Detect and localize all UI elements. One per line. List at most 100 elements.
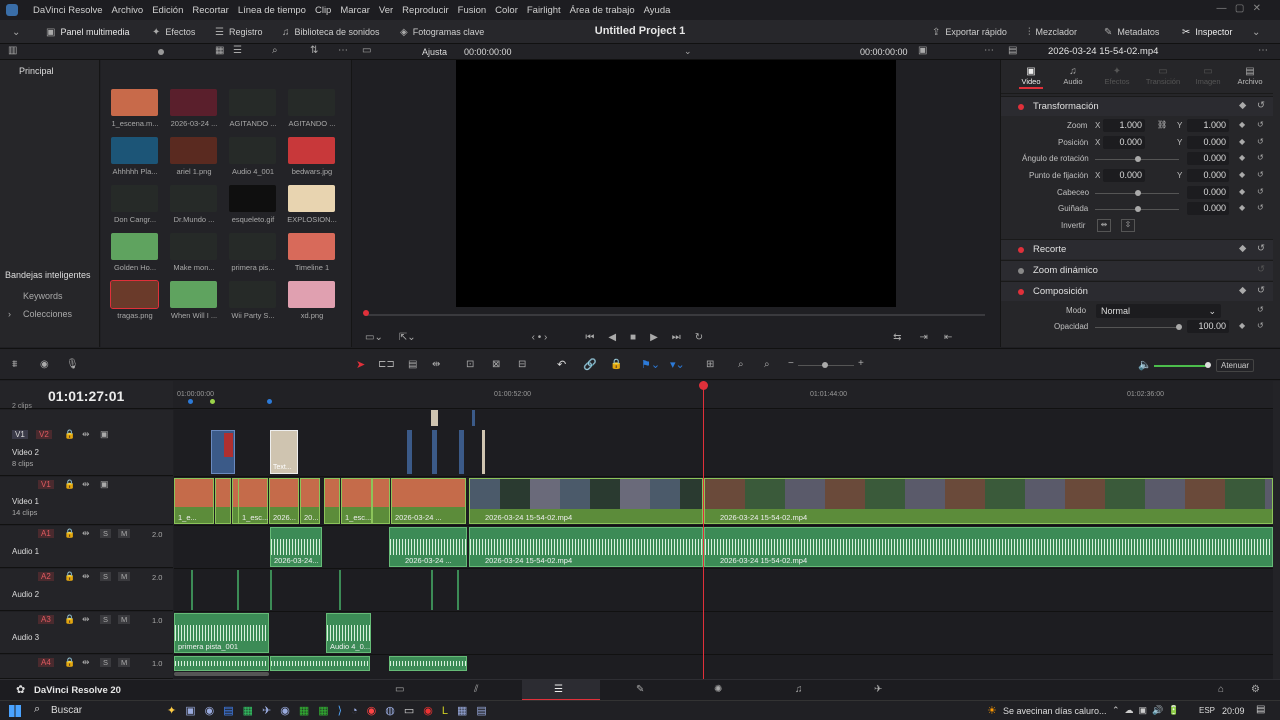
snapping-icon[interactable]: ↶: [557, 358, 566, 371]
settings-gear-icon[interactable]: ⚙: [1251, 684, 1260, 695]
clip-icon[interactable]: ⇱⌄: [399, 332, 416, 343]
media-thumbnail[interactable]: [288, 185, 335, 212]
viewer-options-icon[interactable]: ▣: [918, 45, 927, 56]
lock-icon[interactable]: 🔒: [64, 614, 75, 625]
media-page-icon[interactable]: ▭: [395, 684, 404, 695]
reset-icon[interactable]: ↺: [1257, 321, 1264, 330]
marker-icon[interactable]: ▾⌄: [670, 358, 685, 371]
v2-clip[interactable]: [482, 430, 485, 474]
tab-image[interactable]: ▭ Imagen: [1193, 66, 1223, 86]
media-pool-button[interactable]: ▣ Panel multimedia: [46, 20, 130, 44]
transform-section[interactable]: Transformación ◆ ↺: [1001, 96, 1273, 116]
a1-clip[interactable]: 2026-03-24...: [270, 527, 322, 567]
track-header-v1[interactable]: V1 🔒 ⇹ ▣ Video 1 14 clips: [0, 477, 173, 525]
solo-button[interactable]: S: [100, 529, 112, 538]
track-id-a4[interactable]: A4: [38, 658, 54, 667]
selection-tool-icon[interactable]: ➤: [356, 358, 365, 371]
home-icon[interactable]: ⌂: [1218, 684, 1224, 695]
anchor-y-field[interactable]: 0.000: [1187, 169, 1229, 182]
enable-dot-icon[interactable]: [1018, 289, 1024, 295]
v1-clip[interactable]: [215, 478, 231, 524]
speaker-icon[interactable]: 🔈: [1138, 358, 1152, 371]
track-header-v2[interactable]: V1 V2 🔒 ⇹ ▣ Video 2 8 clips: [0, 410, 173, 476]
lock-icon[interactable]: 🔒: [64, 571, 75, 582]
dynamic-zoom-section[interactable]: Zoom dinámico ↺: [1001, 260, 1273, 280]
search-icon[interactable]: ⌕: [272, 45, 278, 56]
taskbar-apps[interactable]: ✦▣◉▤▦✈◉▦▦⟩◔◉◍▭◉L▦▤: [167, 704, 496, 717]
auto-select-icon[interactable]: ⇹: [82, 657, 90, 668]
media-thumbnail[interactable]: [111, 233, 158, 260]
index-button[interactable]: ☰ Registro: [215, 20, 262, 44]
menu-clip[interactable]: Clip: [315, 5, 331, 16]
mixer-button[interactable]: ⫶ Mezclador: [1028, 20, 1077, 44]
a3-clip[interactable]: Audio 4_0...: [326, 613, 371, 653]
sidebar-toggle-icon[interactable]: ▥: [8, 45, 17, 56]
zoom-out-icon[interactable]: −: [788, 358, 794, 369]
a4-clip[interactable]: [174, 656, 269, 671]
flip-horizontal-icon[interactable]: ⇹: [1097, 219, 1111, 232]
enable-dot-icon[interactable]: [1018, 268, 1024, 274]
color-page-icon[interactable]: ✺: [714, 684, 722, 695]
keyframe-icon[interactable]: ◆: [1239, 243, 1246, 254]
clock[interactable]: 20:09: [1222, 706, 1245, 716]
a2-clip[interactable]: [237, 570, 239, 610]
tab-transition[interactable]: ▭ Transición: [1143, 66, 1183, 86]
tab-effects[interactable]: ✦ Efectos: [1102, 66, 1132, 86]
enable-dot-icon[interactable]: [1018, 247, 1024, 253]
cut-page-icon[interactable]: ⫽: [474, 684, 478, 695]
slider-handle[interactable]: [1135, 190, 1141, 196]
zoom-y-field[interactable]: 1.000: [1187, 119, 1229, 132]
play-reverse-icon[interactable]: ◀: [608, 332, 616, 343]
track-header-a3[interactable]: A3 🔒 ⇹ S M 1.0 Audio 3: [0, 612, 173, 654]
pitch-field[interactable]: 0.000: [1187, 186, 1229, 199]
media-thumbnail[interactable]: [229, 137, 276, 164]
media-thumbnail[interactable]: [110, 280, 159, 309]
track-header-a2[interactable]: A2 🔒 ⇹ S M 2.0 Audio 2: [0, 569, 173, 611]
marker-icon[interactable]: [210, 399, 215, 404]
auto-select-icon[interactable]: ⇹: [82, 429, 90, 440]
link-icon[interactable]: ⛓: [1157, 120, 1167, 129]
search-icon[interactable]: ⌕: [34, 703, 40, 716]
track-id-v2[interactable]: V2: [36, 430, 52, 439]
zoom-x-field[interactable]: 1.000: [1103, 119, 1145, 132]
media-thumbnail[interactable]: [229, 281, 276, 308]
media-thumbnail[interactable]: [111, 185, 158, 212]
mute-button[interactable]: M: [118, 529, 131, 538]
notifications-icon[interactable]: ▤: [1256, 704, 1265, 715]
v1-clip[interactable]: 1_esc...: [238, 478, 268, 524]
stop-icon[interactable]: ■: [630, 332, 636, 343]
lock-icon[interactable]: 🔒: [64, 429, 75, 440]
menu-color[interactable]: Color: [495, 5, 518, 16]
slider-handle[interactable]: [1176, 324, 1182, 330]
v1-clip-long[interactable]: 2026-03-24 15-54-02.mp4: [469, 478, 703, 524]
track-header-a4[interactable]: A4 🔒 ⇹ S M 1.0: [0, 655, 173, 679]
chevron-right-icon[interactable]: ›: [8, 309, 11, 319]
v1-clip[interactable]: 1_esc...: [341, 478, 372, 524]
menu-fairlight[interactable]: Fairlight: [527, 5, 561, 16]
keyframe-icon[interactable]: ◆: [1239, 285, 1246, 296]
media-thumbnail[interactable]: [229, 233, 276, 260]
v1-clip[interactable]: 2026-03-24 ...: [391, 478, 466, 524]
auto-select-icon[interactable]: ⇹: [82, 614, 90, 625]
a2-clip[interactable]: [191, 570, 193, 610]
vertical-scrollbar[interactable]: [1273, 381, 1280, 679]
crop-section[interactable]: Recorte ◆ ↺: [1001, 239, 1273, 259]
media-thumbnail[interactable]: [288, 233, 335, 260]
solo-button[interactable]: S: [100, 572, 112, 581]
system-tray-icons[interactable]: ⌃☁▣🔊🔋: [1112, 705, 1184, 716]
media-thumbnail[interactable]: [288, 137, 335, 164]
a1-clip[interactable]: 2026-03-24 ...: [389, 527, 467, 567]
microphone-icon[interactable]: 🎙: [66, 359, 79, 370]
a2-clip[interactable]: [457, 570, 459, 610]
go-to-end-icon[interactable]: ⏭: [672, 332, 681, 343]
mute-button[interactable]: M: [118, 572, 131, 581]
a3-clip[interactable]: primera pista_001: [174, 613, 269, 653]
menu-area-trabajo[interactable]: Área de trabajo: [570, 5, 635, 16]
media-thumbnail[interactable]: [288, 89, 335, 116]
v2-clip[interactable]: [432, 430, 437, 474]
insert-clip-icon[interactable]: ⊡: [466, 359, 474, 370]
menu-ayuda[interactable]: Ayuda: [644, 5, 671, 16]
mode-dropdown[interactable]: Normal ⌄: [1096, 304, 1221, 318]
inspector-button[interactable]: ✂ Inspector: [1182, 20, 1232, 44]
media-thumbnail[interactable]: [170, 185, 217, 212]
